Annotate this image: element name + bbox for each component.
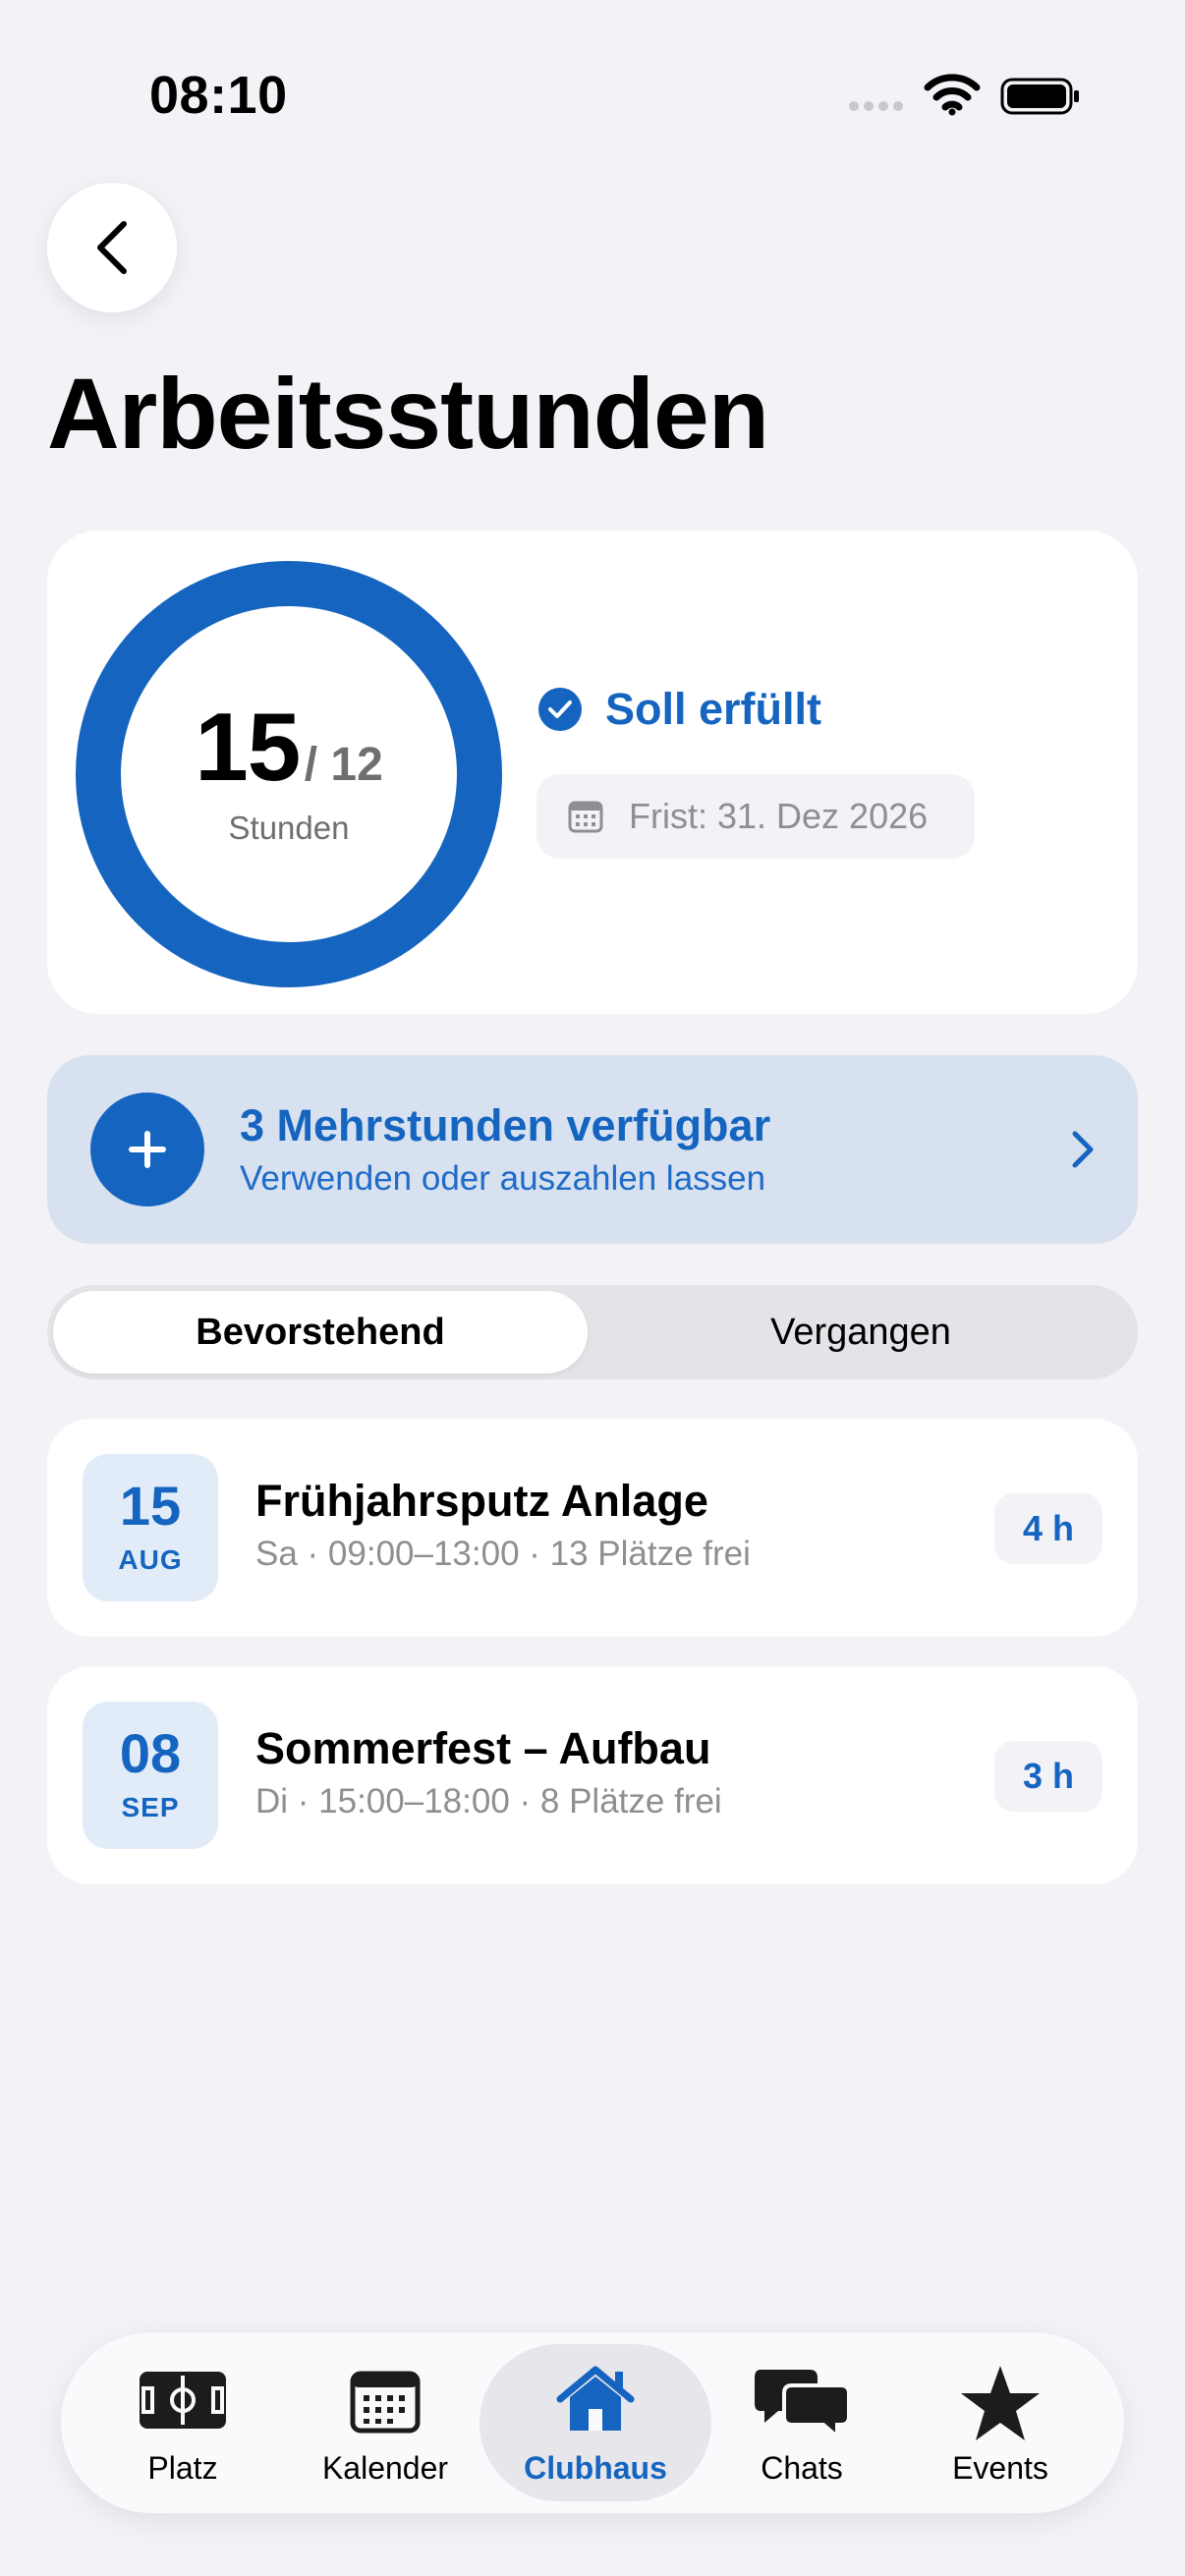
field-icon	[140, 2372, 226, 2429]
hours-done: 15	[195, 693, 301, 801]
star-icon	[961, 2366, 1040, 2440]
event-day: 08	[119, 1722, 182, 1784]
tab-platz[interactable]: Platz	[85, 2344, 281, 2501]
event-date-box: 08 SEP	[83, 1702, 218, 1849]
wifi-icon	[924, 74, 981, 116]
tab-label: Clubhaus	[524, 2450, 667, 2486]
segment-upcoming[interactable]: Bevorstehend	[53, 1291, 588, 1373]
plus-icon	[90, 1092, 204, 1206]
extra-hours-title: 3 Mehrstunden verfügbar	[240, 1100, 771, 1150]
hours-target: / 12	[304, 739, 383, 791]
back-button[interactable]	[47, 183, 177, 312]
tab-label: Events	[952, 2450, 1048, 2486]
chevron-left-icon	[97, 221, 127, 274]
extra-hours-subtitle: Verwenden oder auszahlen lassen	[240, 1159, 766, 1198]
event-month: AUG	[118, 1544, 183, 1575]
deadline-chip: Frist: 31. Dez 2026	[536, 774, 975, 859]
event-month: SEP	[121, 1792, 180, 1822]
tab-events[interactable]: Events	[902, 2344, 1099, 2501]
chat-icon	[755, 2370, 851, 2440]
status-row: Soll erfüllt	[538, 684, 821, 735]
event-details: Di · 15:00–18:00 · 8 Plätze frei	[255, 1782, 722, 1820]
cellular-signal-icon	[849, 98, 908, 112]
status-time: 08:10	[149, 66, 288, 125]
page-title: Arbeitsstunden	[47, 358, 769, 470]
event-date-box: 15 AUG	[83, 1454, 218, 1601]
tab-kalender[interactable]: Kalender	[287, 2344, 483, 2501]
tab-label: Platz	[147, 2450, 218, 2486]
status-text: Soll erfüllt	[605, 684, 822, 734]
chevron-right-icon	[1072, 1131, 1094, 1168]
deadline-text: Frist: 31. Dez 2026	[629, 796, 929, 836]
tab-chats[interactable]: Chats	[704, 2344, 900, 2501]
calendar-icon	[568, 801, 603, 833]
event-hours-badge: 4 h	[994, 1493, 1102, 1564]
event-title: Sommerfest – Aufbau	[255, 1723, 711, 1773]
tab-label: Chats	[761, 2450, 843, 2486]
calendar-icon	[350, 2371, 421, 2434]
battery-icon	[1000, 78, 1079, 115]
tab-label: Kalender	[321, 2450, 449, 2486]
checkmark-circle-icon	[538, 688, 582, 731]
hours-unit-label: Stunden	[228, 810, 350, 846]
hours-count: 15 / 12	[75, 692, 503, 803]
event-title: Frühjahrsputz Anlage	[255, 1476, 708, 1526]
tab-clubhaus[interactable]: Clubhaus	[497, 2344, 694, 2501]
house-icon	[556, 2366, 635, 2431]
segment-past[interactable]: Vergangen	[590, 1291, 1132, 1373]
event-details: Sa · 09:00–13:00 · 13 Plätze frei	[255, 1535, 751, 1573]
event-day: 15	[119, 1475, 182, 1537]
event-hours-badge: 3 h	[994, 1741, 1102, 1812]
